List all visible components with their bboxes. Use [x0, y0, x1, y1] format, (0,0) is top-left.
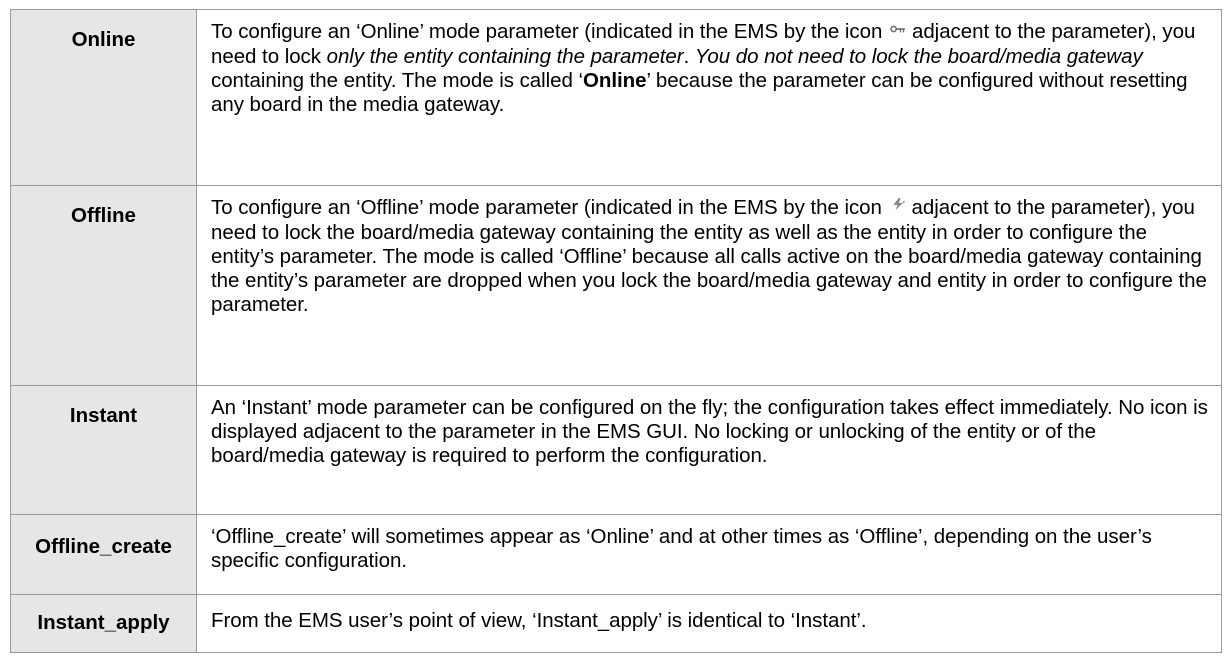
desc-emphasis: only the entity containing the parameter [326, 44, 684, 68]
mode-name-cell: Instant [10, 385, 197, 515]
mode-name-cell: Offline [10, 185, 197, 386]
mode-name-cell: Online [10, 9, 197, 186]
mode-description-cell: From the EMS user’s point of view, ‘Inst… [196, 594, 1222, 653]
desc-text: containing the entity. The mode is calle… [211, 68, 584, 92]
table-row-online: Online To configure an ‘Online’ mode par… [10, 9, 1222, 186]
table-row-offline-create: Offline_create ‘Offline_create’ will som… [10, 514, 1222, 595]
table-row-instant: Instant An ‘Instant’ mode parameter can … [10, 385, 1222, 515]
mode-description-cell: To configure an ‘Online’ mode parameter … [196, 9, 1222, 186]
offline-lightning-icon [890, 193, 906, 217]
mode-name-cell: Instant_apply [10, 594, 197, 653]
desc-bold: Online [583, 68, 647, 92]
mode-description-cell: To configure an ‘Offline’ mode parameter… [196, 185, 1222, 386]
table-row-offline: Offline To configure an ‘Offline’ mode p… [10, 185, 1222, 386]
mode-description-cell: ‘Offline_create’ will sometimes appear a… [196, 514, 1222, 595]
desc-text: To configure an ‘Online’ mode parameter … [211, 20, 883, 43]
mode-description-cell: An ‘Instant’ mode parameter can be confi… [196, 385, 1222, 515]
mode-name-cell: Offline_create [10, 514, 197, 595]
desc-text: . [683, 44, 695, 68]
configuration-modes-table: Online To configure an ‘Online’ mode par… [10, 9, 1222, 653]
online-key-icon [890, 17, 906, 41]
desc-text: To configure an ‘Offline’ mode parameter… [211, 196, 882, 219]
table-row-instant-apply: Instant_apply From the EMS user’s point … [10, 594, 1222, 653]
desc-emphasis: You do not need to lock the board/media … [694, 44, 1143, 68]
